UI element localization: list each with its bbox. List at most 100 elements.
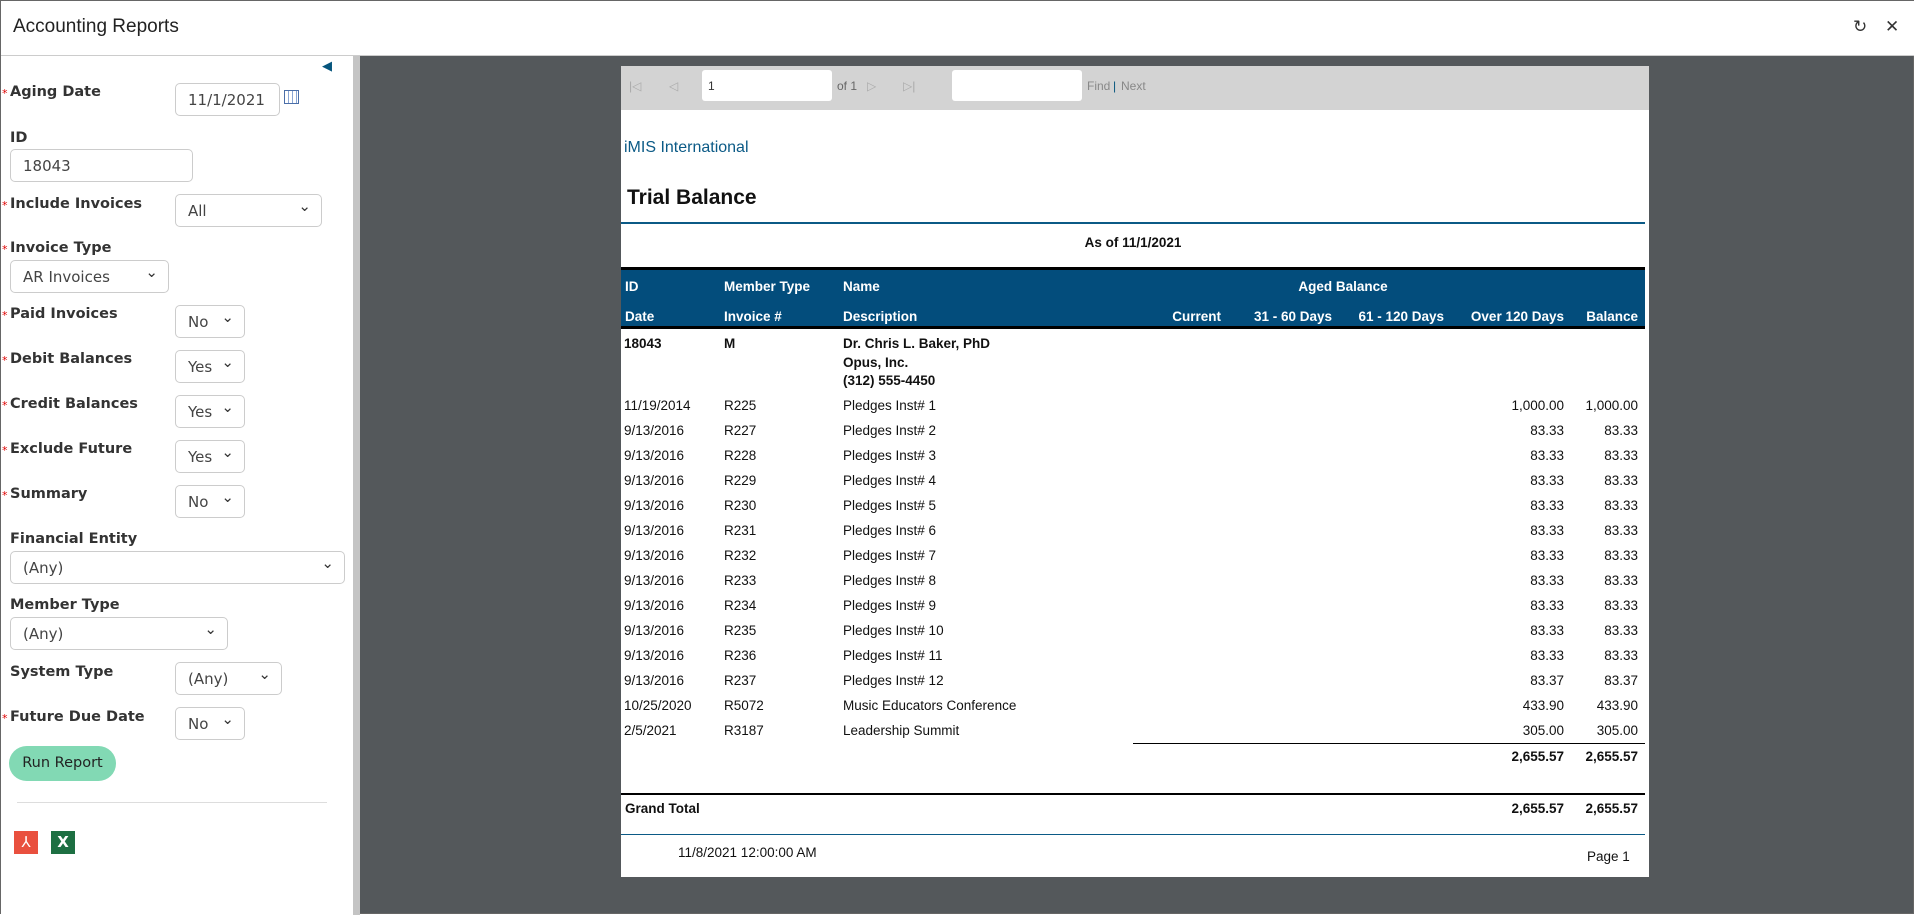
title-bar: Accounting Reports ↻ ✕ [1, 1, 1914, 56]
row-description: Pledges Inst# 5 [843, 498, 937, 513]
row-invoice: R237 [724, 673, 757, 688]
run-report-button[interactable]: Run Report [9, 746, 116, 781]
row-invoice: R225 [724, 398, 757, 413]
page-count: of 1 [837, 79, 858, 93]
excel-export-icon[interactable]: X [51, 831, 75, 854]
find-link[interactable]: Find [1087, 79, 1110, 93]
future-due-date-select[interactable]: No [175, 707, 245, 740]
invoice-type-label: Invoice Type [10, 240, 112, 256]
next-link[interactable]: Next [1121, 79, 1146, 93]
required-marker: * [2, 309, 8, 322]
row-invoice: R233 [724, 573, 757, 588]
row-balance: 83.33 [1604, 448, 1638, 463]
title-rule [621, 222, 1645, 224]
calendar-icon[interactable] [284, 90, 299, 104]
row-date: 9/13/2016 [624, 598, 685, 613]
find-input[interactable] [952, 70, 1082, 101]
window-title: Accounting Reports [13, 16, 179, 37]
row-description: Leadership Summit [843, 723, 960, 738]
row-balance: 83.33 [1604, 498, 1638, 513]
row-balance: 83.33 [1604, 473, 1638, 488]
financial-entity-select[interactable]: (Any) [10, 551, 345, 584]
header-id: ID [625, 279, 639, 294]
credit-balances-select[interactable]: Yes [175, 395, 245, 428]
row-date: 9/13/2016 [624, 673, 685, 688]
row-description: Pledges Inst# 1 [843, 398, 937, 413]
next-page-icon[interactable]: ▷ [867, 79, 876, 93]
aging-date-input[interactable]: 11/1/2021 [175, 83, 280, 116]
printed-date: 11/8/2021 12:00:00 AM [678, 845, 817, 860]
include-invoices-select[interactable]: All [175, 194, 322, 227]
invoice-type-select[interactable]: AR Invoices [10, 260, 169, 293]
row-balance: 1,000.00 [1585, 398, 1638, 413]
report-page: |◁ ◁ 1 of 1 ▷ ▷| Find | Next iMIS Intern… [621, 66, 1649, 877]
viewer-toolbar: |◁ ◁ 1 of 1 ▷ ▷| Find | Next [621, 66, 1649, 110]
header-description: Description [843, 309, 918, 324]
collapse-panel-icon[interactable]: ◀ [322, 59, 332, 74]
row-invoice: R232 [724, 548, 757, 563]
exclude-future-select[interactable]: Yes [175, 440, 245, 473]
row-date: 9/13/2016 [624, 548, 685, 563]
divider [17, 802, 327, 803]
row-date: 9/13/2016 [624, 423, 685, 438]
row-balance: 83.33 [1604, 598, 1638, 613]
row-balance: 83.33 [1604, 523, 1638, 538]
row-invoice: R229 [724, 473, 757, 488]
row-balance: 83.33 [1604, 648, 1638, 663]
row-description: Pledges Inst# 6 [843, 523, 937, 538]
row-description: Pledges Inst# 9 [843, 598, 937, 613]
first-page-icon[interactable]: |◁ [629, 79, 641, 93]
row-description: Pledges Inst# 3 [843, 448, 937, 463]
row-invoice: R227 [724, 423, 757, 438]
report-title: Trial Balance [627, 186, 757, 209]
row-balance: 433.90 [1596, 698, 1638, 713]
subtotal-rule [1133, 743, 1645, 744]
member-type-select[interactable]: (Any) [10, 617, 228, 650]
aging-date-label: Aging Date [10, 84, 101, 100]
summary-select[interactable]: No [175, 485, 245, 518]
row-invoice: R228 [724, 448, 757, 463]
row-description: Pledges Inst# 2 [843, 423, 937, 438]
required-marker: * [2, 243, 8, 256]
required-marker: * [2, 489, 8, 502]
page-label: Page 1 [1587, 849, 1630, 864]
required-marker: * [2, 354, 8, 367]
header-balance: Balance [1586, 309, 1638, 324]
summary-label: Summary [10, 486, 88, 502]
refresh-icon[interactable]: ↻ [1853, 17, 1867, 37]
id-input[interactable]: 18043 [10, 149, 193, 182]
footer-rule [621, 834, 1645, 835]
required-marker: * [2, 444, 8, 457]
last-page-icon[interactable]: ▷| [903, 79, 915, 93]
include-invoices-label: Include Invoices [10, 196, 143, 212]
row-description: Pledges Inst# 12 [843, 673, 944, 688]
row-date: 9/13/2016 [624, 498, 685, 513]
row-invoice: R236 [724, 648, 757, 663]
prev-page-icon[interactable]: ◁ [669, 79, 678, 93]
close-icon[interactable]: ✕ [1885, 17, 1899, 37]
system-type-select[interactable]: (Any) [175, 662, 282, 695]
debit-balances-select[interactable]: Yes [175, 350, 245, 383]
row-date: 10/25/2020 [624, 698, 692, 713]
row-description: Music Educators Conference [843, 698, 1017, 713]
header-date: Date [625, 309, 655, 324]
row-date: 9/13/2016 [624, 623, 685, 638]
member-name: Dr. Chris L. Baker, PhD [843, 336, 991, 351]
required-marker: * [2, 399, 8, 412]
row-invoice: R231 [724, 523, 757, 538]
member-type-label: Member Type [10, 597, 120, 613]
row-balance: 83.37 [1604, 673, 1638, 688]
row-description: Pledges Inst# 8 [843, 573, 937, 588]
paid-invoices-select[interactable]: No [175, 305, 245, 338]
grand-total-balance: 2,655.57 [1585, 801, 1638, 816]
id-label: ID [10, 130, 28, 146]
row-date: 9/13/2016 [624, 648, 685, 663]
row-balance: 83.33 [1604, 623, 1638, 638]
row-description: Pledges Inst# 4 [843, 473, 937, 488]
required-marker: * [2, 87, 8, 100]
page-number-input[interactable]: 1 [702, 70, 832, 101]
member-type: M [724, 336, 736, 351]
as-of-date: As of 11/1/2021 [1084, 235, 1182, 250]
panel-splitter[interactable] [353, 56, 360, 915]
pdf-export-icon[interactable]: ⅄ [14, 831, 38, 854]
